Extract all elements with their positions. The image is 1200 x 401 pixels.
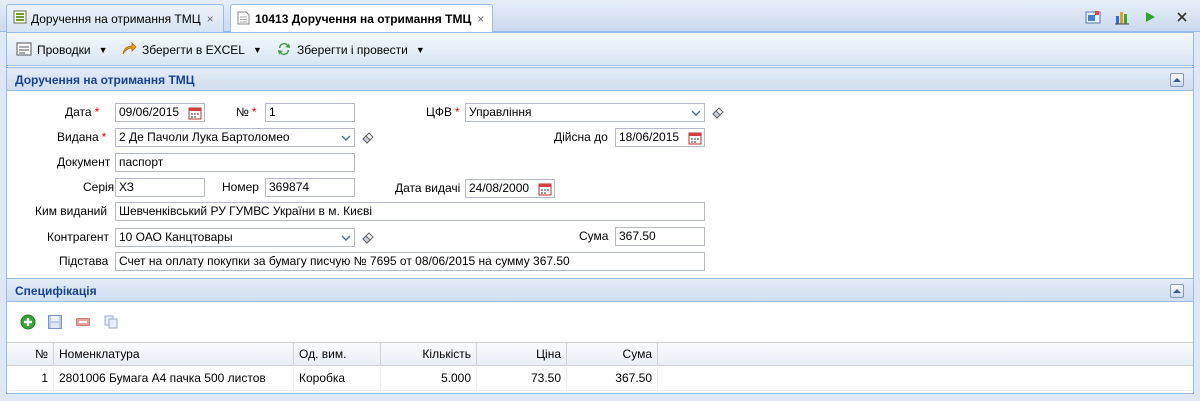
column-header-unit[interactable]: Од. вим.: [294, 343, 381, 366]
copy-icon[interactable]: [103, 314, 119, 333]
eraser-icon[interactable]: [361, 130, 375, 144]
issued-to-label: Видана *: [57, 130, 107, 144]
tab-label: 10413 Доручення на отримання ТМЦ: [255, 12, 472, 26]
chevron-down-icon[interactable]: [337, 229, 354, 246]
chevron-down-icon: ▼: [415, 45, 425, 55]
issue-date-field[interactable]: 24/08/2000: [465, 179, 555, 198]
column-header-quantity[interactable]: Кількість: [381, 343, 477, 366]
eraser-icon[interactable]: [361, 230, 375, 244]
section-header-document: Доручення на отримання ТМЦ: [7, 67, 1193, 91]
list-icon: [13, 10, 27, 27]
series-field[interactable]: ХЗ: [115, 178, 205, 197]
section-title: Доручення на отримання ТМЦ: [15, 73, 195, 87]
cell-price: 73.50: [477, 367, 567, 390]
chevron-down-icon[interactable]: [687, 104, 704, 121]
cfv-select[interactable]: Управління: [465, 103, 705, 122]
basis-label: Підстава: [59, 254, 109, 268]
save-and-post-button[interactable]: Зберегти і провести ▼: [276, 40, 425, 60]
series-label: Серія: [83, 180, 115, 194]
table-row[interactable]: 1 2801006 Бумага А4 пачка 500 листов Кор…: [7, 367, 1193, 391]
cfv-label: ЦФВ *: [426, 105, 460, 119]
doc-number-field[interactable]: 369874: [265, 178, 355, 197]
column-header-sum[interactable]: Сума: [567, 343, 658, 366]
calendar-icon[interactable]: [686, 129, 704, 146]
cell-number: 1: [7, 367, 54, 390]
tab-document-list[interactable]: Доручення на отримання ТМЦ ×: [6, 4, 224, 32]
date-field[interactable]: 09/06/2015: [115, 103, 205, 122]
tab-label: Доручення на отримання ТМЦ: [31, 11, 201, 26]
chevron-down-icon: ▼: [98, 45, 108, 55]
export-arrow-icon: [121, 41, 137, 60]
tab-strip: Доручення на отримання ТМЦ × 10413 Доруч…: [0, 0, 1200, 33]
collapse-button[interactable]: [1170, 73, 1184, 87]
date-label: Дата *: [65, 105, 100, 119]
document-icon: [237, 11, 250, 28]
number-field[interactable]: 1: [265, 103, 355, 122]
issue-date-label: Дата видачі: [395, 181, 461, 195]
save-icon[interactable]: [47, 314, 63, 333]
calendar-icon[interactable]: [186, 104, 204, 121]
close-icon[interactable]: ×: [207, 12, 214, 26]
refresh-icon: [276, 41, 292, 60]
save-excel-button[interactable]: Зберегти в EXCEL ▼: [121, 40, 262, 60]
valid-until-field[interactable]: 18/06/2015: [615, 128, 705, 147]
document-panel: Проводки ▼ Зберегти в EXCEL ▼ Зберегти і…: [6, 32, 1194, 394]
sum-label: Сума: [579, 229, 609, 243]
delete-icon[interactable]: [75, 314, 91, 333]
contractor-label: Контрагент: [47, 230, 110, 244]
save-and-post-label: Зберегти і провести: [297, 43, 408, 57]
issued-by-field[interactable]: Шевченківський РУ ГУМВС України в м. Киє…: [115, 202, 705, 221]
picture-icon[interactable]: [1083, 7, 1103, 27]
postings-label: Проводки: [37, 43, 91, 57]
eraser-icon[interactable]: [711, 105, 725, 119]
add-icon[interactable]: [20, 314, 36, 333]
play-icon[interactable]: [1140, 7, 1160, 27]
valid-until-label: Дійсна до: [554, 130, 608, 144]
section-header-specification: Специфікація: [7, 278, 1193, 302]
doc-number-label: Номер: [222, 180, 259, 194]
grid-header: № Номенклатура Од. вим. Кількість Ціна С…: [7, 342, 1193, 366]
cell-quantity: 5.000: [381, 367, 477, 390]
column-header-price[interactable]: Ціна: [477, 343, 567, 366]
sum-field[interactable]: 367.50: [615, 227, 705, 246]
basis-field[interactable]: Счет на оплату покупки за бумагу писчую …: [115, 252, 705, 271]
issued-by-label: Ким виданий: [35, 204, 108, 218]
toolbar: Проводки ▼ Зберегти в EXCEL ▼ Зберегти і…: [7, 33, 1193, 66]
postings-button[interactable]: Проводки ▼: [16, 40, 108, 60]
save-excel-label: Зберегти в EXCEL: [142, 43, 245, 57]
calendar-icon[interactable]: [536, 180, 554, 197]
document-field[interactable]: паспорт: [115, 153, 355, 172]
close-icon[interactable]: ×: [477, 12, 484, 26]
cell-sum: 367.50: [567, 367, 658, 390]
chevron-down-icon[interactable]: [337, 129, 354, 146]
close-icon[interactable]: [1172, 7, 1192, 27]
number-label: № *: [236, 105, 257, 119]
column-header-number[interactable]: №: [7, 343, 54, 366]
chevron-down-icon: ▼: [252, 45, 262, 55]
contractor-select[interactable]: 10 ОАО Канцтовары: [115, 228, 355, 247]
issued-to-select[interactable]: 2 Де Пачоли Лука Бартоломео: [115, 128, 355, 147]
collapse-button[interactable]: [1170, 284, 1184, 298]
bar-chart-icon[interactable]: [1112, 7, 1132, 27]
column-header-nomenclature[interactable]: Номенклатура: [54, 343, 294, 366]
postings-icon: [16, 42, 32, 59]
section-title: Специфікація: [15, 284, 97, 298]
document-label: Документ: [57, 155, 111, 169]
cell-nomenclature: 2801006 Бумага А4 пачка 500 листов: [54, 367, 294, 390]
tab-document-10413[interactable]: 10413 Доручення на отримання ТМЦ ×: [230, 4, 493, 33]
cell-unit: Коробка: [294, 367, 381, 390]
